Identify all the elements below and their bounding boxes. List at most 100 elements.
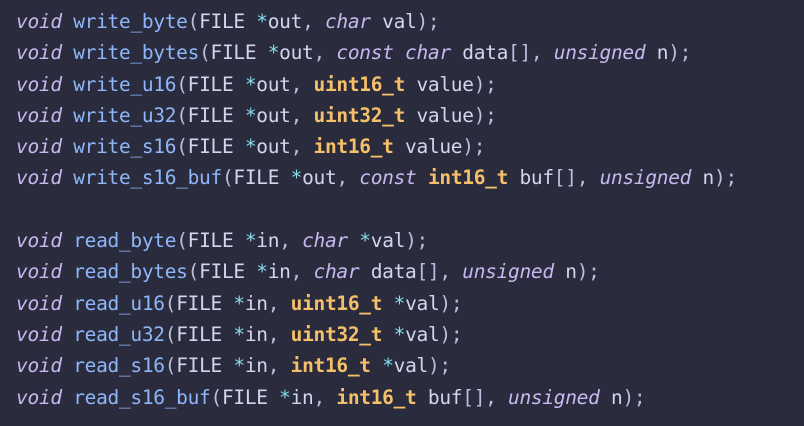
identifier-token: val (405, 291, 440, 315)
punctuation-token: ( (164, 322, 177, 346)
keyword-token: void (16, 322, 62, 346)
punctuation-token: ); (439, 291, 463, 315)
identifier-token: out (267, 10, 303, 33)
identifier-token: value (405, 72, 474, 96)
code-line: void read_u16(FILE *in, uint16_t *val); (16, 288, 804, 319)
keyword-token: void (16, 354, 62, 378)
function-name-token: write_u32 (73, 103, 177, 127)
punctuation-token: , (290, 260, 314, 284)
identifier-token: FILE (176, 322, 234, 346)
punctuation-token: , (485, 385, 509, 409)
identifier-token: FILE (221, 385, 280, 409)
identifier-token: n (553, 260, 577, 284)
keyword-token: void (16, 103, 62, 127)
operator-token: * (244, 135, 257, 159)
identifier-token (394, 41, 405, 64)
identifier-token: n (645, 41, 669, 65)
keyword-token: const (359, 166, 417, 190)
punctuation-token: ); (427, 354, 451, 378)
operator-token: * (256, 10, 268, 33)
punctuation-token: , (290, 103, 314, 127)
identifier-token: in (256, 229, 280, 253)
identifier-token: in (267, 260, 291, 284)
identifier-token: out (256, 72, 291, 96)
punctuation-token: , (530, 41, 554, 65)
identifier-token (62, 354, 73, 377)
keyword-token: void (16, 260, 62, 284)
code-line: void write_s16(FILE *out, int16_t value)… (16, 131, 804, 162)
operator-token: * (256, 260, 268, 284)
function-name-token: read_u16 (73, 291, 165, 315)
function-name-token: read_s16 (73, 354, 165, 378)
type-token: int16_t (313, 135, 394, 159)
function-name-token: read_byte (73, 229, 177, 253)
operator-token: * (233, 322, 245, 346)
punctuation-token: , (576, 166, 600, 190)
operator-token: * (290, 166, 303, 190)
punctuation-token: , (439, 260, 463, 284)
punctuation-token: [] (508, 41, 531, 65)
punctuation-token: ( (164, 291, 177, 315)
type-token: uint32_t (313, 103, 406, 127)
identifier-token (62, 229, 73, 252)
keyword-token: void (16, 72, 62, 96)
identifier-token: val (405, 322, 440, 346)
function-name-token: read_bytes (73, 260, 188, 284)
code-editor[interactable]: void write_byte(FILE *out, char val); voi… (0, 0, 804, 426)
function-name-token: read_u32 (73, 322, 165, 346)
function-name-token: write_s16_buf (73, 166, 222, 190)
identifier-token: FILE (187, 103, 245, 127)
punctuation-token: ); (473, 103, 497, 127)
type-keyword-token: unsigned (508, 385, 600, 409)
punctuation-token: [] (553, 166, 577, 190)
punctuation-token: [] (462, 385, 486, 409)
identifier-token: FILE (199, 10, 257, 33)
punctuation-token: ); (462, 135, 486, 159)
identifier-token (62, 386, 73, 409)
punctuation-token: , (279, 229, 303, 253)
identifier-token: buf (508, 166, 554, 190)
keyword-token: void (16, 166, 62, 190)
function-name-token: write_bytes (73, 41, 200, 65)
identifier-token: out (302, 166, 337, 190)
operator-token: * (279, 385, 291, 409)
operator-token: * (244, 72, 257, 96)
type-token: uint16_t (290, 291, 383, 315)
identifier-token: FILE (210, 41, 268, 65)
punctuation-token: , (267, 322, 291, 346)
punctuation-token: , (336, 166, 360, 190)
identifier-token: buf (416, 385, 463, 409)
punctuation-token: ( (187, 260, 200, 284)
keyword-token: void (16, 385, 62, 409)
identifier-token (62, 73, 73, 96)
keyword-token: void (16, 229, 62, 253)
punctuation-token: , (313, 385, 337, 409)
punctuation-token: , (290, 135, 314, 159)
identifier-token (382, 292, 393, 315)
code-line: void write_u16(FILE *out, uint16_t value… (16, 69, 804, 100)
punctuation-token: ); (416, 10, 440, 33)
operator-token: * (233, 354, 245, 378)
identifier-token (371, 354, 382, 377)
function-name-token: write_s16 (73, 135, 177, 159)
code-line: void read_byte(FILE *in, char *val); (16, 225, 804, 256)
identifier-token: in (244, 322, 268, 346)
keyword-token: void (16, 135, 62, 159)
identifier-token (62, 292, 73, 315)
operator-token: * (359, 229, 371, 253)
type-keyword-token: unsigned (599, 166, 692, 190)
type-keyword-token: unsigned (553, 41, 646, 65)
punctuation-token: ); (714, 166, 737, 190)
identifier-token (62, 41, 73, 64)
code-line: void read_u32(FILE *in, uint32_t *val); (16, 319, 804, 350)
punctuation-token: , (267, 291, 291, 315)
operator-token: * (382, 354, 394, 378)
operator-token: * (244, 103, 257, 127)
type-keyword-token: unsigned (462, 260, 554, 284)
identifier-token: out (256, 103, 291, 127)
code-line: void read_bytes(FILE *in, char data[], u… (16, 256, 804, 287)
operator-token: * (244, 229, 257, 253)
punctuation-token: , (302, 10, 325, 33)
identifier-token: FILE (176, 291, 234, 315)
